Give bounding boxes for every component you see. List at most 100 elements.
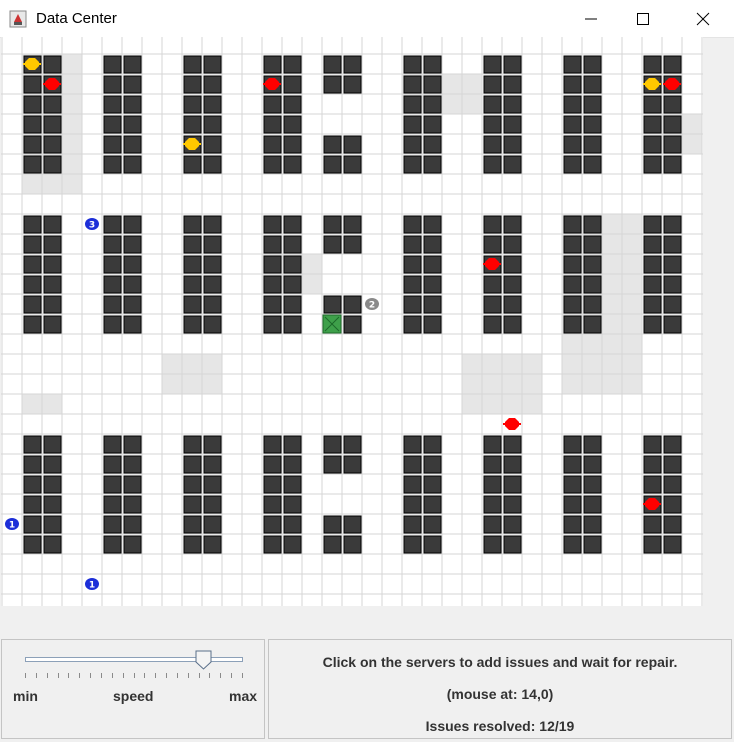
server-rack[interactable] xyxy=(423,495,442,514)
server-rack[interactable] xyxy=(183,95,202,114)
server-rack[interactable] xyxy=(423,455,442,474)
server-rack[interactable] xyxy=(563,155,582,174)
server-rack[interactable] xyxy=(123,495,142,514)
server-rack[interactable] xyxy=(23,115,42,134)
server-rack[interactable] xyxy=(203,295,222,314)
server-rack[interactable] xyxy=(343,315,362,334)
server-rack[interactable] xyxy=(403,535,422,554)
server-rack[interactable] xyxy=(343,55,362,74)
server-rack[interactable] xyxy=(323,215,342,234)
server-rack[interactable] xyxy=(663,155,682,174)
server-rack[interactable] xyxy=(503,55,522,74)
server-rack[interactable] xyxy=(203,535,222,554)
server-rack[interactable] xyxy=(403,515,422,534)
server-rack[interactable] xyxy=(483,95,502,114)
server-rack[interactable] xyxy=(583,455,602,474)
server-rack[interactable] xyxy=(23,135,42,154)
server-rack[interactable] xyxy=(503,75,522,94)
server-rack[interactable] xyxy=(343,155,362,174)
server-rack[interactable] xyxy=(23,295,42,314)
server-rack[interactable] xyxy=(323,75,342,94)
server-rack[interactable] xyxy=(43,295,62,314)
server-rack[interactable] xyxy=(423,435,442,454)
server-rack[interactable] xyxy=(423,275,442,294)
server-rack[interactable] xyxy=(123,275,142,294)
maximize-button[interactable] xyxy=(620,0,666,37)
server-rack[interactable] xyxy=(123,115,142,134)
speed-slider-thumb[interactable] xyxy=(195,650,212,670)
server-rack[interactable] xyxy=(283,295,302,314)
server-rack[interactable] xyxy=(103,75,122,94)
server-rack[interactable] xyxy=(483,295,502,314)
server-rack[interactable] xyxy=(343,215,362,234)
server-rack[interactable] xyxy=(643,535,662,554)
server-rack[interactable] xyxy=(263,435,282,454)
server-rack[interactable] xyxy=(123,95,142,114)
server-rack[interactable] xyxy=(583,295,602,314)
server-rack[interactable] xyxy=(423,295,442,314)
server-rack[interactable] xyxy=(183,155,202,174)
server-rack[interactable] xyxy=(483,135,502,154)
server-rack[interactable] xyxy=(583,275,602,294)
server-rack[interactable] xyxy=(43,135,62,154)
server-rack[interactable] xyxy=(103,475,122,494)
server-rack[interactable] xyxy=(503,315,522,334)
server-rack[interactable] xyxy=(483,55,502,74)
server-rack[interactable] xyxy=(423,535,442,554)
server-rack[interactable] xyxy=(403,155,422,174)
minimize-button[interactable] xyxy=(568,0,614,37)
server-rack[interactable] xyxy=(283,235,302,254)
server-rack[interactable] xyxy=(563,55,582,74)
server-rack[interactable] xyxy=(663,475,682,494)
server-rack[interactable] xyxy=(503,215,522,234)
server-rack[interactable] xyxy=(123,155,142,174)
server-rack[interactable] xyxy=(23,75,42,94)
server-rack[interactable] xyxy=(43,535,62,554)
server-rack[interactable] xyxy=(583,95,602,114)
server-rack[interactable] xyxy=(203,115,222,134)
server-rack[interactable] xyxy=(23,495,42,514)
server-rack[interactable] xyxy=(323,515,342,534)
server-rack[interactable] xyxy=(503,95,522,114)
datacenter-grid[interactable]: 3 1 1 2 xyxy=(1,37,703,606)
server-rack[interactable] xyxy=(403,95,422,114)
server-rack[interactable] xyxy=(23,275,42,294)
server-rack[interactable] xyxy=(183,475,202,494)
server-rack[interactable] xyxy=(643,515,662,534)
server-rack[interactable] xyxy=(43,275,62,294)
server-rack[interactable] xyxy=(403,275,422,294)
server-rack[interactable] xyxy=(203,315,222,334)
server-rack[interactable] xyxy=(563,275,582,294)
server-rack[interactable] xyxy=(263,95,282,114)
server-rack[interactable] xyxy=(103,155,122,174)
server-rack[interactable] xyxy=(563,295,582,314)
server-rack[interactable] xyxy=(663,535,682,554)
server-rack[interactable] xyxy=(663,315,682,334)
server-rack[interactable] xyxy=(183,215,202,234)
server-rack[interactable] xyxy=(583,475,602,494)
server-rack[interactable] xyxy=(663,135,682,154)
server-rack[interactable] xyxy=(563,215,582,234)
server-rack[interactable] xyxy=(203,515,222,534)
server-rack[interactable] xyxy=(123,315,142,334)
server-rack[interactable] xyxy=(483,115,502,134)
server-rack[interactable] xyxy=(103,115,122,134)
server-rack[interactable] xyxy=(643,155,662,174)
server-rack[interactable] xyxy=(563,515,582,534)
server-rack[interactable] xyxy=(663,55,682,74)
server-rack[interactable] xyxy=(643,315,662,334)
server-rack[interactable] xyxy=(503,115,522,134)
server-rack[interactable] xyxy=(183,255,202,274)
server-rack[interactable] xyxy=(183,55,202,74)
server-rack[interactable] xyxy=(123,75,142,94)
server-rack[interactable] xyxy=(403,255,422,274)
server-rack[interactable] xyxy=(663,435,682,454)
server-rack[interactable] xyxy=(283,315,302,334)
server-rack[interactable] xyxy=(123,455,142,474)
server-rack[interactable] xyxy=(563,135,582,154)
server-rack[interactable] xyxy=(563,315,582,334)
server-rack[interactable] xyxy=(283,115,302,134)
server-rack[interactable] xyxy=(263,455,282,474)
server-rack[interactable] xyxy=(583,435,602,454)
server-rack[interactable] xyxy=(663,275,682,294)
